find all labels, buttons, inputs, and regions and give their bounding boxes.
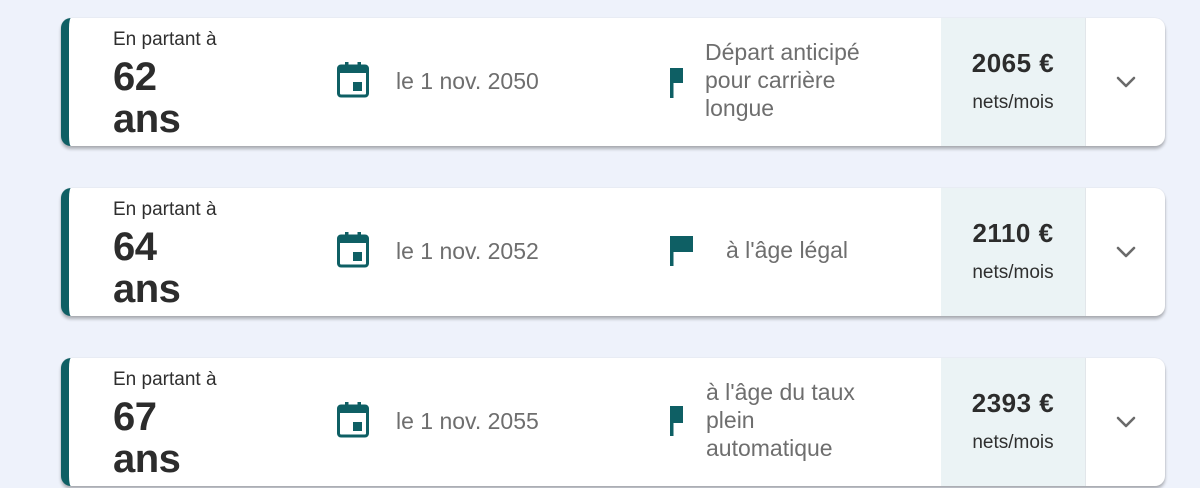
departure-type-line: longue [705, 95, 775, 121]
departure-type-line: Départ anticipé [705, 39, 860, 65]
departure-type: Départ anticipé pour carrière longue [705, 38, 860, 122]
pension-amount-panel: 2393 € nets/mois [941, 358, 1085, 486]
pension-amount: 2065 € [971, 48, 1055, 78]
age-unit: ans [113, 97, 181, 141]
chevron-down-icon [1116, 416, 1136, 428]
age-prefix: En partant à [113, 369, 217, 390]
retirement-option-card: En partant à 62 ans le 1 nov. 2050 Dépar… [61, 18, 1165, 146]
age-value: 67 [113, 395, 157, 439]
expand-button[interactable] [1085, 18, 1165, 146]
age-block: En partant à 67 ans [113, 368, 313, 480]
calendar-icon [337, 232, 369, 268]
calendar-icon [337, 62, 369, 98]
flag-icon [670, 406, 683, 436]
departure-date: le 1 nov. 2055 [396, 408, 539, 434]
chevron-down-icon [1116, 76, 1136, 88]
age-unit: ans [113, 267, 181, 311]
departure-date: le 1 nov. 2052 [396, 238, 539, 264]
age-value: 64 [113, 225, 157, 269]
retirement-option-card: En partant à 67 ans le 1 nov. 2055 à l'â… [61, 358, 1165, 486]
age-value: 62 [113, 55, 157, 99]
retirement-option-card: En partant à 64 ans le 1 nov. 2052 à l'â… [61, 188, 1165, 316]
pension-amount-unit: nets/mois [972, 432, 1054, 453]
departure-type-line: automatique [706, 435, 833, 461]
age-unit: ans [113, 437, 181, 481]
departure-type: à l'âge légal [726, 236, 848, 264]
departure-type-line: à l'âge légal [726, 237, 849, 263]
departure-type-line: plein [706, 407, 755, 433]
flag-icon [670, 68, 683, 98]
pension-amount: 2110 € [972, 218, 1054, 248]
pension-amount-panel: 2065 € nets/mois [941, 18, 1085, 146]
pension-amount: 2393 € [971, 388, 1055, 418]
pension-amount-unit: nets/mois [972, 92, 1054, 113]
departure-type-line: à l'âge du taux [706, 379, 855, 405]
departure-type: à l'âge du taux plein automatique [706, 378, 855, 462]
age-block: En partant à 64 ans [113, 198, 313, 310]
age-block: En partant à 62 ans [113, 28, 313, 140]
age-prefix: En partant à [113, 29, 217, 50]
chevron-down-icon [1116, 246, 1136, 258]
pension-amount-unit: nets/mois [972, 262, 1054, 283]
flag-icon [670, 236, 693, 266]
pension-amount-panel: 2110 € nets/mois [941, 188, 1085, 316]
departure-type-line: pour carrière [705, 67, 836, 93]
calendar-icon [337, 402, 369, 438]
age-prefix: En partant à [113, 199, 217, 220]
departure-date: le 1 nov. 2050 [396, 68, 539, 94]
expand-button[interactable] [1085, 188, 1165, 316]
expand-button[interactable] [1085, 358, 1165, 486]
